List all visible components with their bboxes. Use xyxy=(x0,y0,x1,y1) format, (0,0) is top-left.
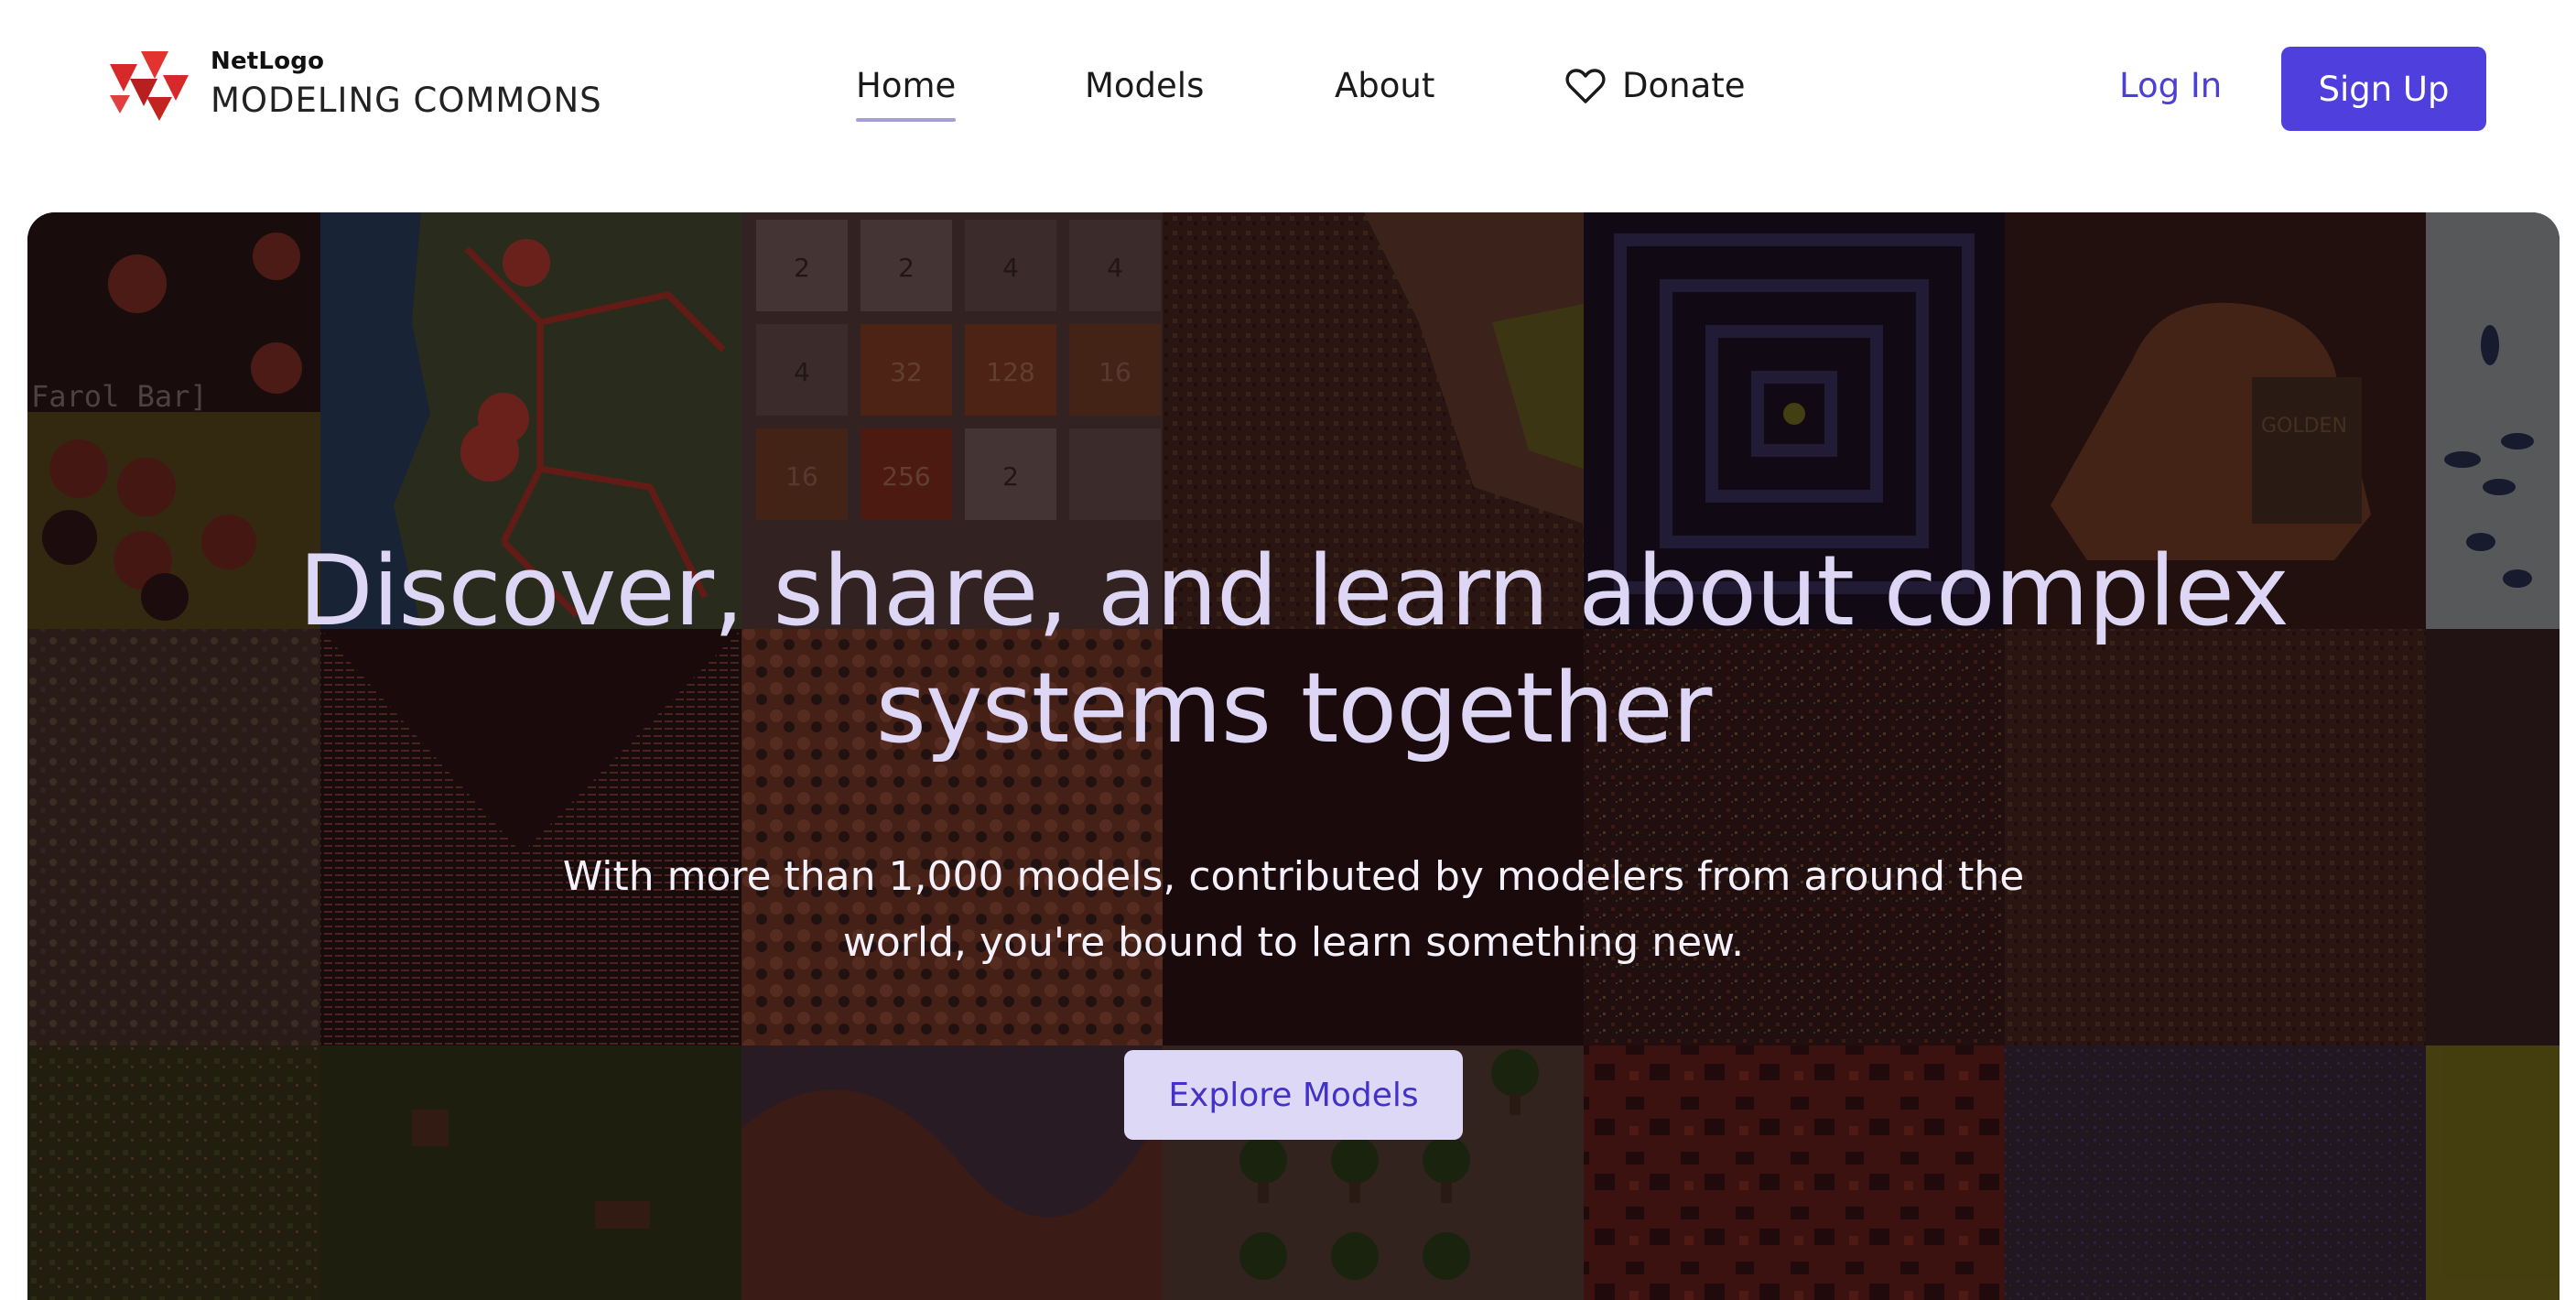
site-logo[interactable]: NetLogo MODELING COMMONS xyxy=(110,48,601,130)
netlogo-logo-icon xyxy=(110,51,189,121)
nav-models[interactable]: Models xyxy=(1085,66,1204,105)
hero-title: Discover, share, and learn about complex… xyxy=(298,535,2289,764)
login-link[interactable]: Log In xyxy=(2119,66,2222,105)
nav-about[interactable]: About xyxy=(1335,66,1434,105)
logo-title-text: MODELING COMMONS xyxy=(211,81,602,120)
signup-button[interactable]: Sign Up xyxy=(2281,47,2486,131)
explore-models-button[interactable]: Explore Models xyxy=(1124,1050,1463,1140)
nav-donate-label: Donate xyxy=(1622,66,1746,105)
nav-home[interactable]: Home xyxy=(856,66,957,122)
hero-banner: Farol Bar] 2 2 4 4 4 32 128 16 16 256 2 … xyxy=(27,212,2560,1300)
logo-netlogo-text: NetLogo xyxy=(211,48,325,75)
heart-icon xyxy=(1565,68,1606,103)
hero-subtitle: With more than 1,000 models, contributed… xyxy=(562,853,2025,966)
site-header: NetLogo MODELING COMMONS Home Models Abo… xyxy=(0,0,2576,183)
hero-content: Discover, share, and learn about complex… xyxy=(27,212,2560,1300)
nav-donate[interactable]: Donate xyxy=(1565,66,1746,105)
